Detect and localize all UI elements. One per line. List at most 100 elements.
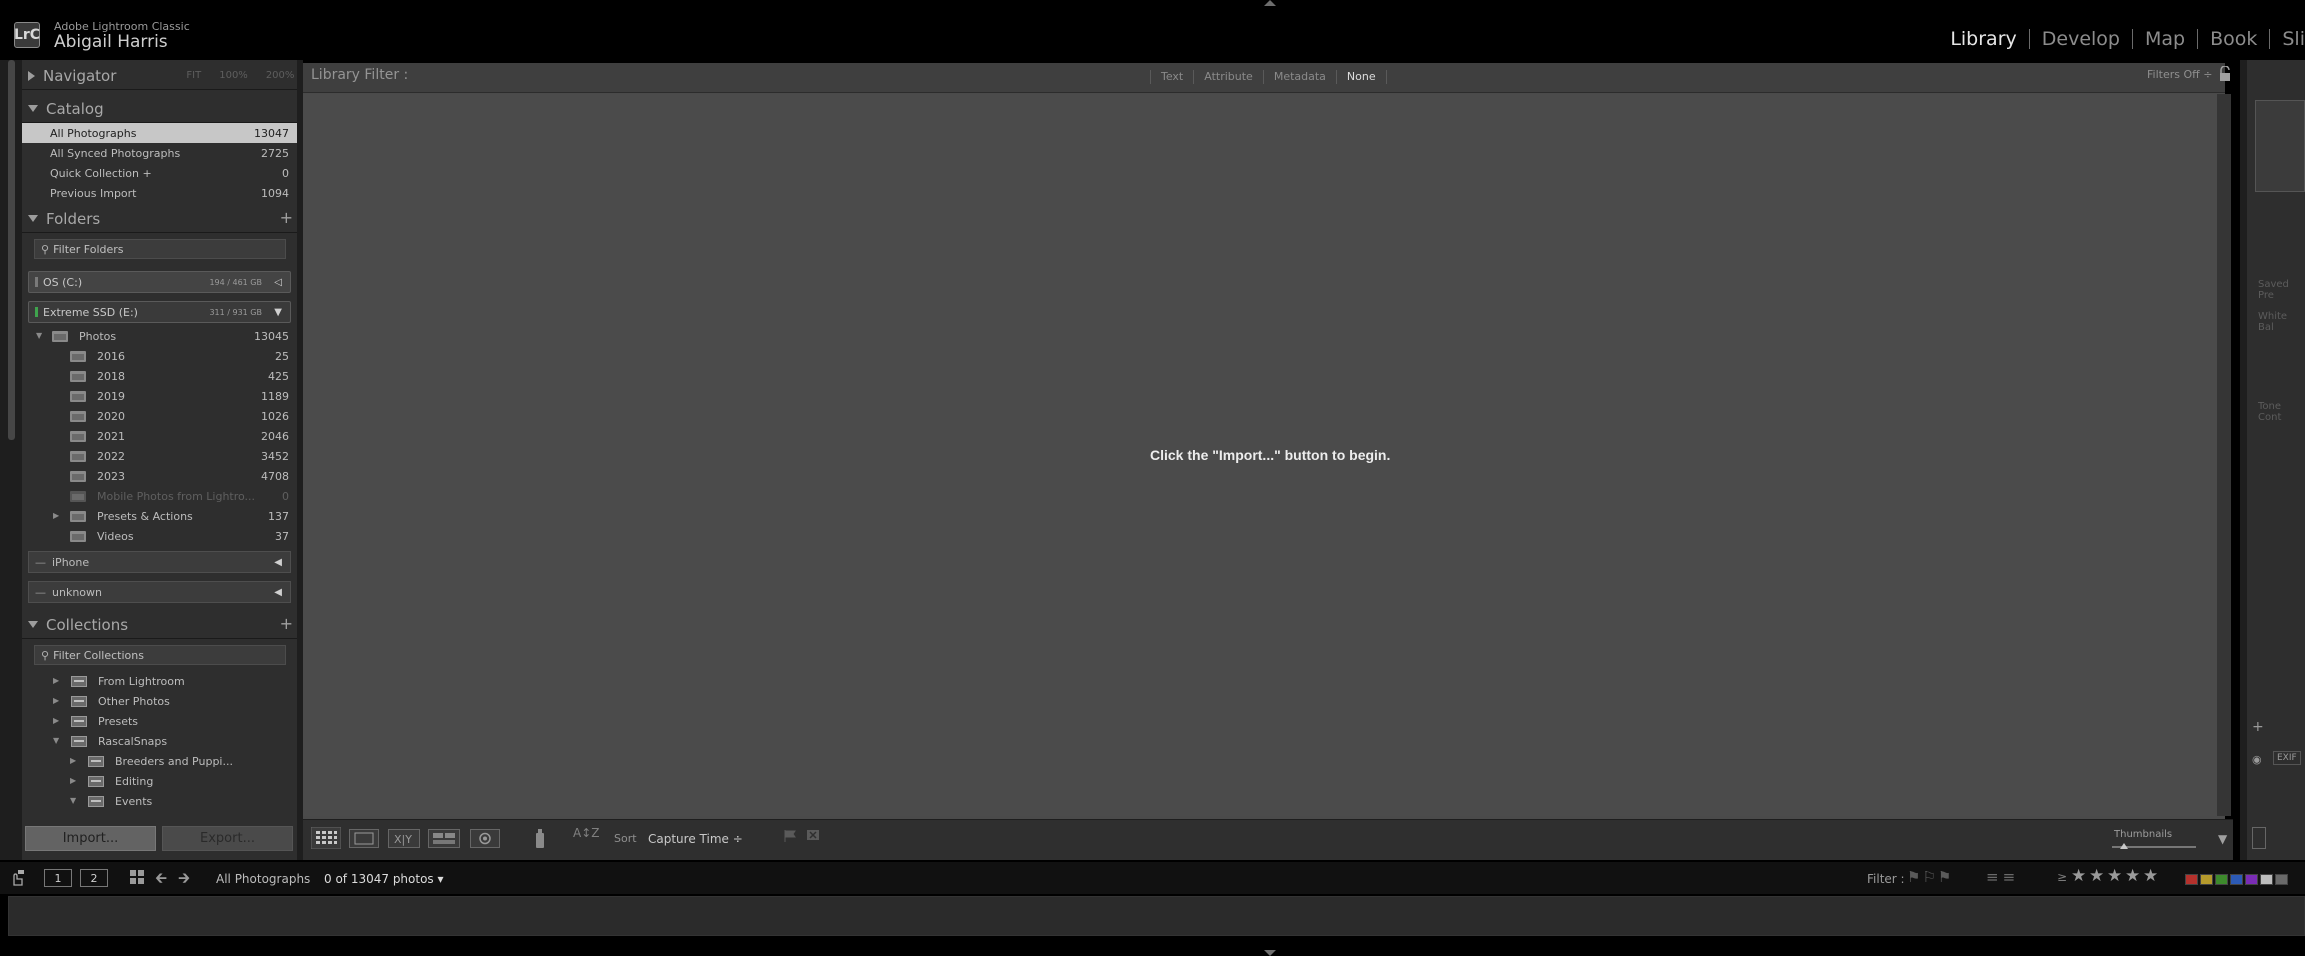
spray-can-icon[interactable] bbox=[534, 827, 546, 849]
collection-set-row[interactable]: ▶ From Lightroom bbox=[22, 672, 297, 692]
back-arrow-icon[interactable]: 🡰 bbox=[155, 868, 167, 893]
filter-preset-dropdown[interactable]: Filters Off ÷ bbox=[2147, 68, 2212, 81]
exif-metadata-preset[interactable]: EXIF bbox=[2273, 751, 2301, 765]
export-button[interactable]: Export... bbox=[162, 826, 293, 851]
navigator-zoom-fit[interactable]: FIT bbox=[186, 70, 201, 81]
compare-view-icon[interactable]: X|Y bbox=[388, 829, 420, 848]
flag-icon[interactable] bbox=[783, 829, 797, 843]
grid-view-icon[interactable] bbox=[129, 869, 145, 885]
navigator-zoom-100[interactable]: 100% bbox=[219, 70, 248, 81]
hand-pointer-icon[interactable] bbox=[8, 869, 26, 887]
expand-triangle-icon[interactable]: ▶ bbox=[70, 756, 76, 765]
expand-triangle-icon[interactable]: ▶ bbox=[53, 696, 59, 705]
survey-view-icon[interactable] bbox=[428, 829, 460, 848]
collapse-triangle-icon[interactable]: ▼ bbox=[53, 736, 59, 745]
folder-row[interactable]: 2023 4708 bbox=[22, 467, 297, 487]
module-library[interactable]: Library bbox=[1938, 29, 2030, 49]
toolbar-content-menu-icon[interactable]: ▼ bbox=[2218, 832, 2227, 846]
device-iphone[interactable]: — iPhone ◀ bbox=[28, 551, 291, 573]
left-panel-scrollbar[interactable] bbox=[8, 60, 15, 440]
import-button[interactable]: Import... bbox=[25, 826, 156, 851]
module-slideshow[interactable]: Sli bbox=[2270, 29, 2305, 49]
grid-view-icon[interactable] bbox=[311, 827, 341, 849]
collection-set-row[interactable]: ▶ Other Photos bbox=[22, 692, 297, 712]
add-keyword-icon[interactable]: + bbox=[2252, 719, 2264, 735]
sort-dropdown[interactable]: Capture Time ÷ bbox=[648, 832, 743, 846]
collections-header[interactable]: Collections + bbox=[22, 611, 297, 639]
star-filter-4-icon[interactable]: ★ bbox=[2125, 866, 2140, 886]
collection-set-row[interactable]: ▶ Editing bbox=[22, 772, 297, 792]
loupe-view-icon[interactable] bbox=[349, 829, 379, 848]
folder-row[interactable]: 2018 425 bbox=[22, 367, 297, 387]
reject-flag-icon[interactable] bbox=[806, 829, 820, 843]
filter-folders-input[interactable]: ⚲ Filter Folders bbox=[34, 239, 286, 259]
collection-set-row[interactable]: ▼ Events bbox=[22, 792, 297, 812]
collection-set-row[interactable]: ▶ Breeders and Puppi... bbox=[22, 752, 297, 772]
quick-develop-white-balance[interactable]: White Bal bbox=[2258, 311, 2305, 333]
flag-filter-icons[interactable]: ⚑⚐⚑ bbox=[1907, 868, 1953, 886]
expand-triangle-icon[interactable]: ▶ bbox=[70, 776, 76, 785]
filter-collections-input[interactable]: ⚲ Filter Collections bbox=[34, 645, 286, 665]
folder-row[interactable]: 2016 25 bbox=[22, 347, 297, 367]
eye-icon[interactable]: ◉ bbox=[2252, 753, 2262, 766]
filmstrip-source[interactable]: All Photographs bbox=[216, 872, 310, 886]
edit-filter-icons[interactable]: ≡≡ bbox=[1986, 868, 2019, 886]
top-panel-toggle-icon[interactable] bbox=[1264, 0, 1276, 6]
folder-row[interactable]: 2019 1189 bbox=[22, 387, 297, 407]
catalog-item-previous-import[interactable]: Previous Import 1094 bbox=[22, 183, 297, 203]
folder-row[interactable]: 2020 1026 bbox=[22, 407, 297, 427]
volume-os-c[interactable]: OS (C:) 194 / 461 GB ◁ bbox=[28, 271, 291, 293]
sync-switch-icon[interactable] bbox=[2252, 827, 2266, 849]
catalog-item-all-photographs[interactable]: All Photographs 13047 bbox=[22, 123, 297, 143]
grid-scrollbar[interactable] bbox=[2217, 94, 2231, 816]
filter-option-text[interactable]: Text bbox=[1150, 70, 1193, 84]
rating-operator[interactable]: ≥ bbox=[2057, 870, 2067, 884]
folders-header[interactable]: Folders + bbox=[22, 205, 297, 233]
folder-row[interactable]: ▶ Presets & Actions 137 bbox=[22, 507, 297, 527]
star-filter-3-icon[interactable]: ★ bbox=[2107, 866, 2122, 886]
collection-set-row[interactable]: ▼ RascalSnaps bbox=[22, 732, 297, 752]
color-label-filter-1[interactable] bbox=[2185, 874, 2198, 885]
bottom-panel-toggle-icon[interactable] bbox=[1264, 950, 1276, 956]
quick-develop-tone-control[interactable]: Tone Cont bbox=[2258, 401, 2305, 423]
photo-count-dropdown[interactable]: 0 of 13047 photos ▾ bbox=[324, 872, 444, 886]
navigator-header[interactable]: Navigator FIT 100% 200% bbox=[22, 62, 297, 90]
add-folder-icon[interactable]: + bbox=[280, 208, 293, 227]
color-label-filter-3[interactable] bbox=[2215, 874, 2228, 885]
color-label-filter-6[interactable] bbox=[2260, 874, 2273, 885]
color-label-filter-2[interactable] bbox=[2200, 874, 2213, 885]
color-label-filter-7[interactable] bbox=[2275, 874, 2288, 885]
filmstrip[interactable] bbox=[8, 896, 2305, 936]
star-filter-2-icon[interactable]: ★ bbox=[2089, 866, 2104, 886]
thumbnail-slider-knob[interactable] bbox=[2119, 843, 2128, 849]
color-label-filter-4[interactable] bbox=[2230, 874, 2243, 885]
expand-triangle-icon[interactable]: ▶ bbox=[53, 511, 59, 520]
sort-direction-icon[interactable]: A↕Z bbox=[573, 826, 599, 840]
primary-display-button[interactable]: 1 bbox=[44, 869, 72, 887]
star-filter-1-icon[interactable]: ★ bbox=[2071, 866, 2086, 886]
expand-triangle-icon[interactable]: ▶ bbox=[53, 676, 59, 685]
device-unknown[interactable]: — unknown ◀ bbox=[28, 581, 291, 603]
quick-develop-saved-preset[interactable]: Saved Pre bbox=[2258, 279, 2305, 301]
color-label-filter-5[interactable] bbox=[2245, 874, 2258, 885]
expand-triangle-icon[interactable]: ▶ bbox=[53, 716, 59, 725]
catalog-item-all-synced[interactable]: All Synced Photographs 2725 bbox=[22, 143, 297, 163]
volume-extreme-ssd[interactable]: Extreme SSD (E:) 311 / 931 GB ▼ bbox=[28, 301, 291, 323]
folder-row[interactable]: 2021 2046 bbox=[22, 427, 297, 447]
catalog-item-quick-collection[interactable]: Quick Collection + 0 bbox=[22, 163, 297, 183]
secondary-display-button[interactable]: 2 bbox=[80, 869, 108, 887]
star-filter-5-icon[interactable]: ★ bbox=[2143, 866, 2158, 886]
collection-set-row[interactable]: ▶ Presets bbox=[22, 712, 297, 732]
add-collection-icon[interactable]: + bbox=[280, 614, 293, 633]
collapse-triangle-icon[interactable]: ▼ bbox=[36, 331, 42, 340]
collapse-triangle-icon[interactable]: ▼ bbox=[70, 796, 76, 805]
lock-icon[interactable] bbox=[2218, 66, 2232, 82]
catalog-header[interactable]: Catalog bbox=[22, 95, 297, 123]
forward-arrow-icon[interactable]: 🡲 bbox=[178, 868, 190, 893]
filter-option-none[interactable]: None bbox=[1335, 70, 1387, 84]
people-view-icon[interactable] bbox=[470, 829, 500, 848]
module-map[interactable]: Map bbox=[2133, 29, 2199, 49]
folder-row-photos[interactable]: ▼ Photos 13045 bbox=[22, 327, 297, 347]
folder-row[interactable]: Videos 37 bbox=[22, 527, 297, 547]
module-develop[interactable]: Develop bbox=[2030, 29, 2133, 49]
